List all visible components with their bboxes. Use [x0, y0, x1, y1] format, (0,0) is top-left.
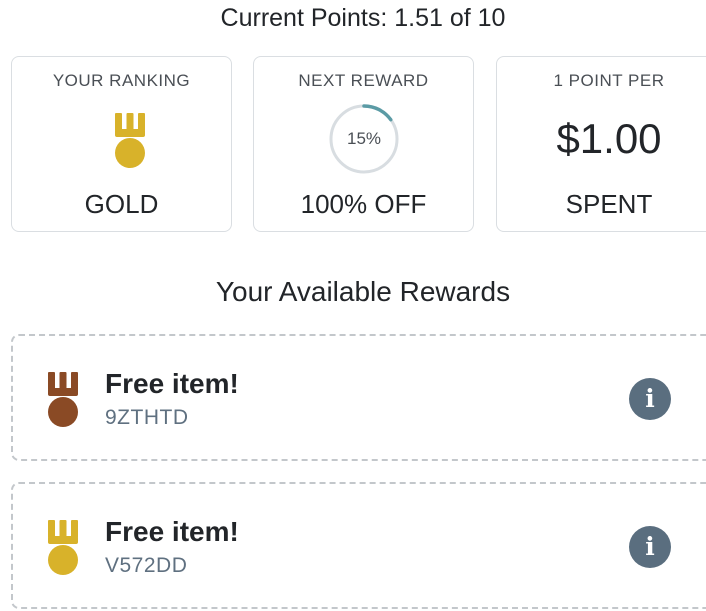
gold-medal-icon [115, 113, 145, 168]
next-reward-label: NEXT REWARD [298, 71, 429, 90]
ranking-label: YOUR RANKING [52, 71, 191, 90]
available-rewards-title: Your Available Rewards [215, 276, 511, 307]
points-rate-card: 1 POINT PER $1.00 SPENT [496, 56, 706, 232]
ranking-card: YOUR RANKING GOLD [11, 56, 232, 232]
reward-item[interactable]: Free item! 9ZTHTD i [11, 334, 706, 461]
rate-label: 1 POINT PER [553, 71, 665, 90]
next-reward-value: 100% OFF [300, 189, 427, 219]
ranking-value: GOLD [84, 189, 159, 219]
bronze-medal-icon [48, 372, 78, 427]
reward-code: V572DD [105, 554, 188, 577]
info-icon[interactable]: i [629, 526, 671, 568]
rate-value: SPENT [565, 189, 653, 219]
reward-title: Free item! [105, 516, 239, 547]
current-points-text: Current Points: 1.51 of 10 [220, 4, 506, 32]
next-reward-card: NEXT REWARD 15% 100% OFF [253, 56, 474, 232]
reward-code: 9ZTHTD [105, 406, 189, 429]
gold-medal-icon [48, 520, 78, 575]
info-icon[interactable]: i [629, 378, 671, 420]
reward-title: Free item! [105, 368, 239, 399]
progress-percent: 15% [346, 129, 382, 148]
reward-item[interactable]: Free item! V572DD i [11, 482, 706, 609]
rate-amount: $1.00 [556, 115, 662, 162]
